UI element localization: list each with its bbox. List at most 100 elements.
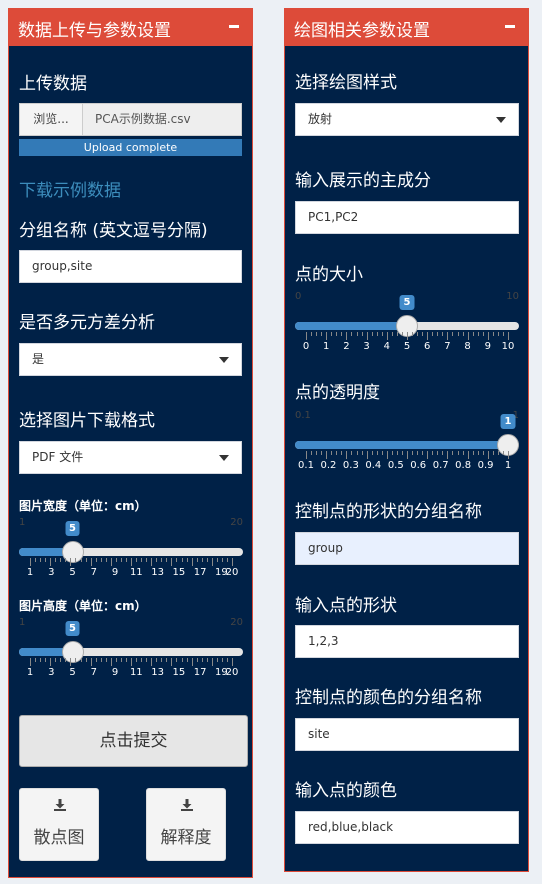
color-input[interactable]: red,blue,black xyxy=(295,811,519,844)
slider-tick xyxy=(341,332,343,336)
slider-ticks xyxy=(19,658,243,666)
alpha-slider-label: 点的透明度 xyxy=(295,383,380,403)
group-input[interactable]: group,site xyxy=(19,250,242,283)
download-scatter-label: 散点图 xyxy=(33,828,85,848)
slider-ticks xyxy=(295,451,519,459)
slider-tick-label: 17 xyxy=(193,667,207,678)
download-scatter-button[interactable]: 散点图 xyxy=(19,788,99,861)
slider-tick xyxy=(30,658,31,666)
slider-tick xyxy=(211,658,213,666)
slider-tick xyxy=(417,332,419,336)
download-explain-label: 解释度 xyxy=(160,828,212,848)
slider-tick xyxy=(361,332,363,336)
browse-button[interactable]: 浏览... xyxy=(19,103,83,136)
slider-tick xyxy=(412,332,414,336)
slider-tick xyxy=(306,451,307,459)
slider-tick xyxy=(381,451,383,455)
minus-icon[interactable] xyxy=(229,25,239,28)
slider-tick xyxy=(216,658,218,662)
slider-tick xyxy=(60,658,62,662)
slider-tick-label: 3 xyxy=(48,567,55,578)
manova-select[interactable]: 是 xyxy=(19,343,242,376)
slider-tick xyxy=(85,658,87,662)
size-slider[interactable]: 0 10 5 0 1 2 3 4 5 6 7 8 9 10 xyxy=(295,291,519,353)
slider-tick-label: 11 xyxy=(129,567,143,578)
size-slider-label: 点的大小 xyxy=(295,265,363,285)
slider-tick xyxy=(386,332,388,340)
panel-title: 数据上传与参数设置 xyxy=(18,21,171,41)
slider-tick xyxy=(437,332,439,336)
slider-tick xyxy=(401,451,403,455)
submit-button[interactable]: 点击提交 xyxy=(19,715,248,767)
slider-ticks xyxy=(295,332,519,340)
slider-tick xyxy=(447,451,449,459)
slider-tick-label: 0.3 xyxy=(342,460,359,471)
slider-ticks xyxy=(19,558,243,566)
slider-tick xyxy=(341,451,343,455)
minus-icon[interactable] xyxy=(505,25,515,28)
style-select[interactable]: 放射 xyxy=(295,103,519,136)
slider-tick xyxy=(60,558,62,562)
slider-tick xyxy=(482,332,484,336)
slider-tick xyxy=(141,558,143,562)
slider-tick xyxy=(326,451,328,459)
slider-tick xyxy=(427,451,429,459)
slider-tick xyxy=(376,451,378,455)
slider-tick xyxy=(502,332,504,336)
slider-tick xyxy=(206,658,208,662)
width-slider[interactable]: 1 20 5 1 3 5 7 9 11 13 15 17 19 20 xyxy=(19,517,243,579)
slider-tick-label: 0.2 xyxy=(320,460,337,471)
slider-tick xyxy=(100,558,102,562)
height-slider-label: 图片高度（单位：cm） xyxy=(19,599,147,613)
format-value: PDF 文件 xyxy=(32,450,84,464)
pc-label: 输入展示的主成分 xyxy=(295,171,431,191)
slider-value-bubble: 5 xyxy=(65,521,80,536)
slider-tick xyxy=(487,451,489,459)
slider-tick-label: 0.9 xyxy=(477,460,494,471)
slider-tick xyxy=(391,451,393,455)
slider-tick xyxy=(105,558,107,562)
slider-tick xyxy=(30,558,31,566)
slider-tick-label: 0.1 xyxy=(298,460,314,471)
download-explain-button[interactable]: 解释度 xyxy=(146,788,226,861)
slider-tick xyxy=(136,558,138,562)
slider-tick-label: 4 xyxy=(383,341,390,352)
slider-tick xyxy=(462,332,464,336)
slider-tick xyxy=(422,451,424,455)
format-select[interactable]: PDF 文件 xyxy=(19,441,242,474)
slider-tick xyxy=(216,558,218,562)
slider-tick-label: 0 xyxy=(302,341,310,352)
file-input[interactable]: 浏览... PCA示例数据.csv xyxy=(19,103,242,137)
shape-group-label: 控制点的形状的分组名称 xyxy=(295,502,482,522)
shape-input[interactable]: 1,2,3 xyxy=(295,625,519,658)
upload-label: 上传数据 xyxy=(19,74,87,94)
height-slider[interactable]: 1 20 5 1 3 5 7 9 11 13 15 17 19 20 xyxy=(19,617,243,679)
slider-tick-label: 0.6 xyxy=(410,460,427,471)
slider-tick xyxy=(401,332,403,336)
shape-group-input[interactable]: group xyxy=(295,532,519,565)
slider-tick xyxy=(166,658,168,662)
slider-tick xyxy=(492,451,494,455)
color-group-input[interactable]: site xyxy=(295,718,519,751)
pc-input[interactable]: PC1,PC2 xyxy=(295,201,519,234)
alpha-slider[interactable]: 0.1 1 1 0.1 0.2 0.3 0.4 0.5 0.6 0.7 0.8 0.9 1 xyxy=(295,410,519,472)
slider-tick xyxy=(176,658,178,662)
slider-tick xyxy=(176,558,178,562)
slider-tick xyxy=(316,451,318,455)
slider-tick xyxy=(311,451,313,455)
slider-tick xyxy=(186,558,188,562)
slider-tick xyxy=(326,332,328,340)
slider-tick-label: 9 xyxy=(484,341,491,352)
slider-tick xyxy=(110,558,112,566)
slider-tick xyxy=(311,332,313,336)
slider-tick xyxy=(376,332,378,336)
slider-tick-label: 0.4 xyxy=(365,460,382,471)
slider-tick xyxy=(321,451,323,455)
shape-label: 输入点的形状 xyxy=(295,596,397,616)
slider-tick xyxy=(40,558,42,562)
download-example-link[interactable]: 下载示例数据 xyxy=(19,176,121,201)
plot-settings-panel: 绘图相关参数设置 选择绘图样式 放射 输入展示的主成分 PC1,PC2 点的大小… xyxy=(284,8,529,872)
slider-tick xyxy=(50,558,52,566)
slider-tick xyxy=(442,332,444,336)
slider-tick xyxy=(221,558,223,562)
